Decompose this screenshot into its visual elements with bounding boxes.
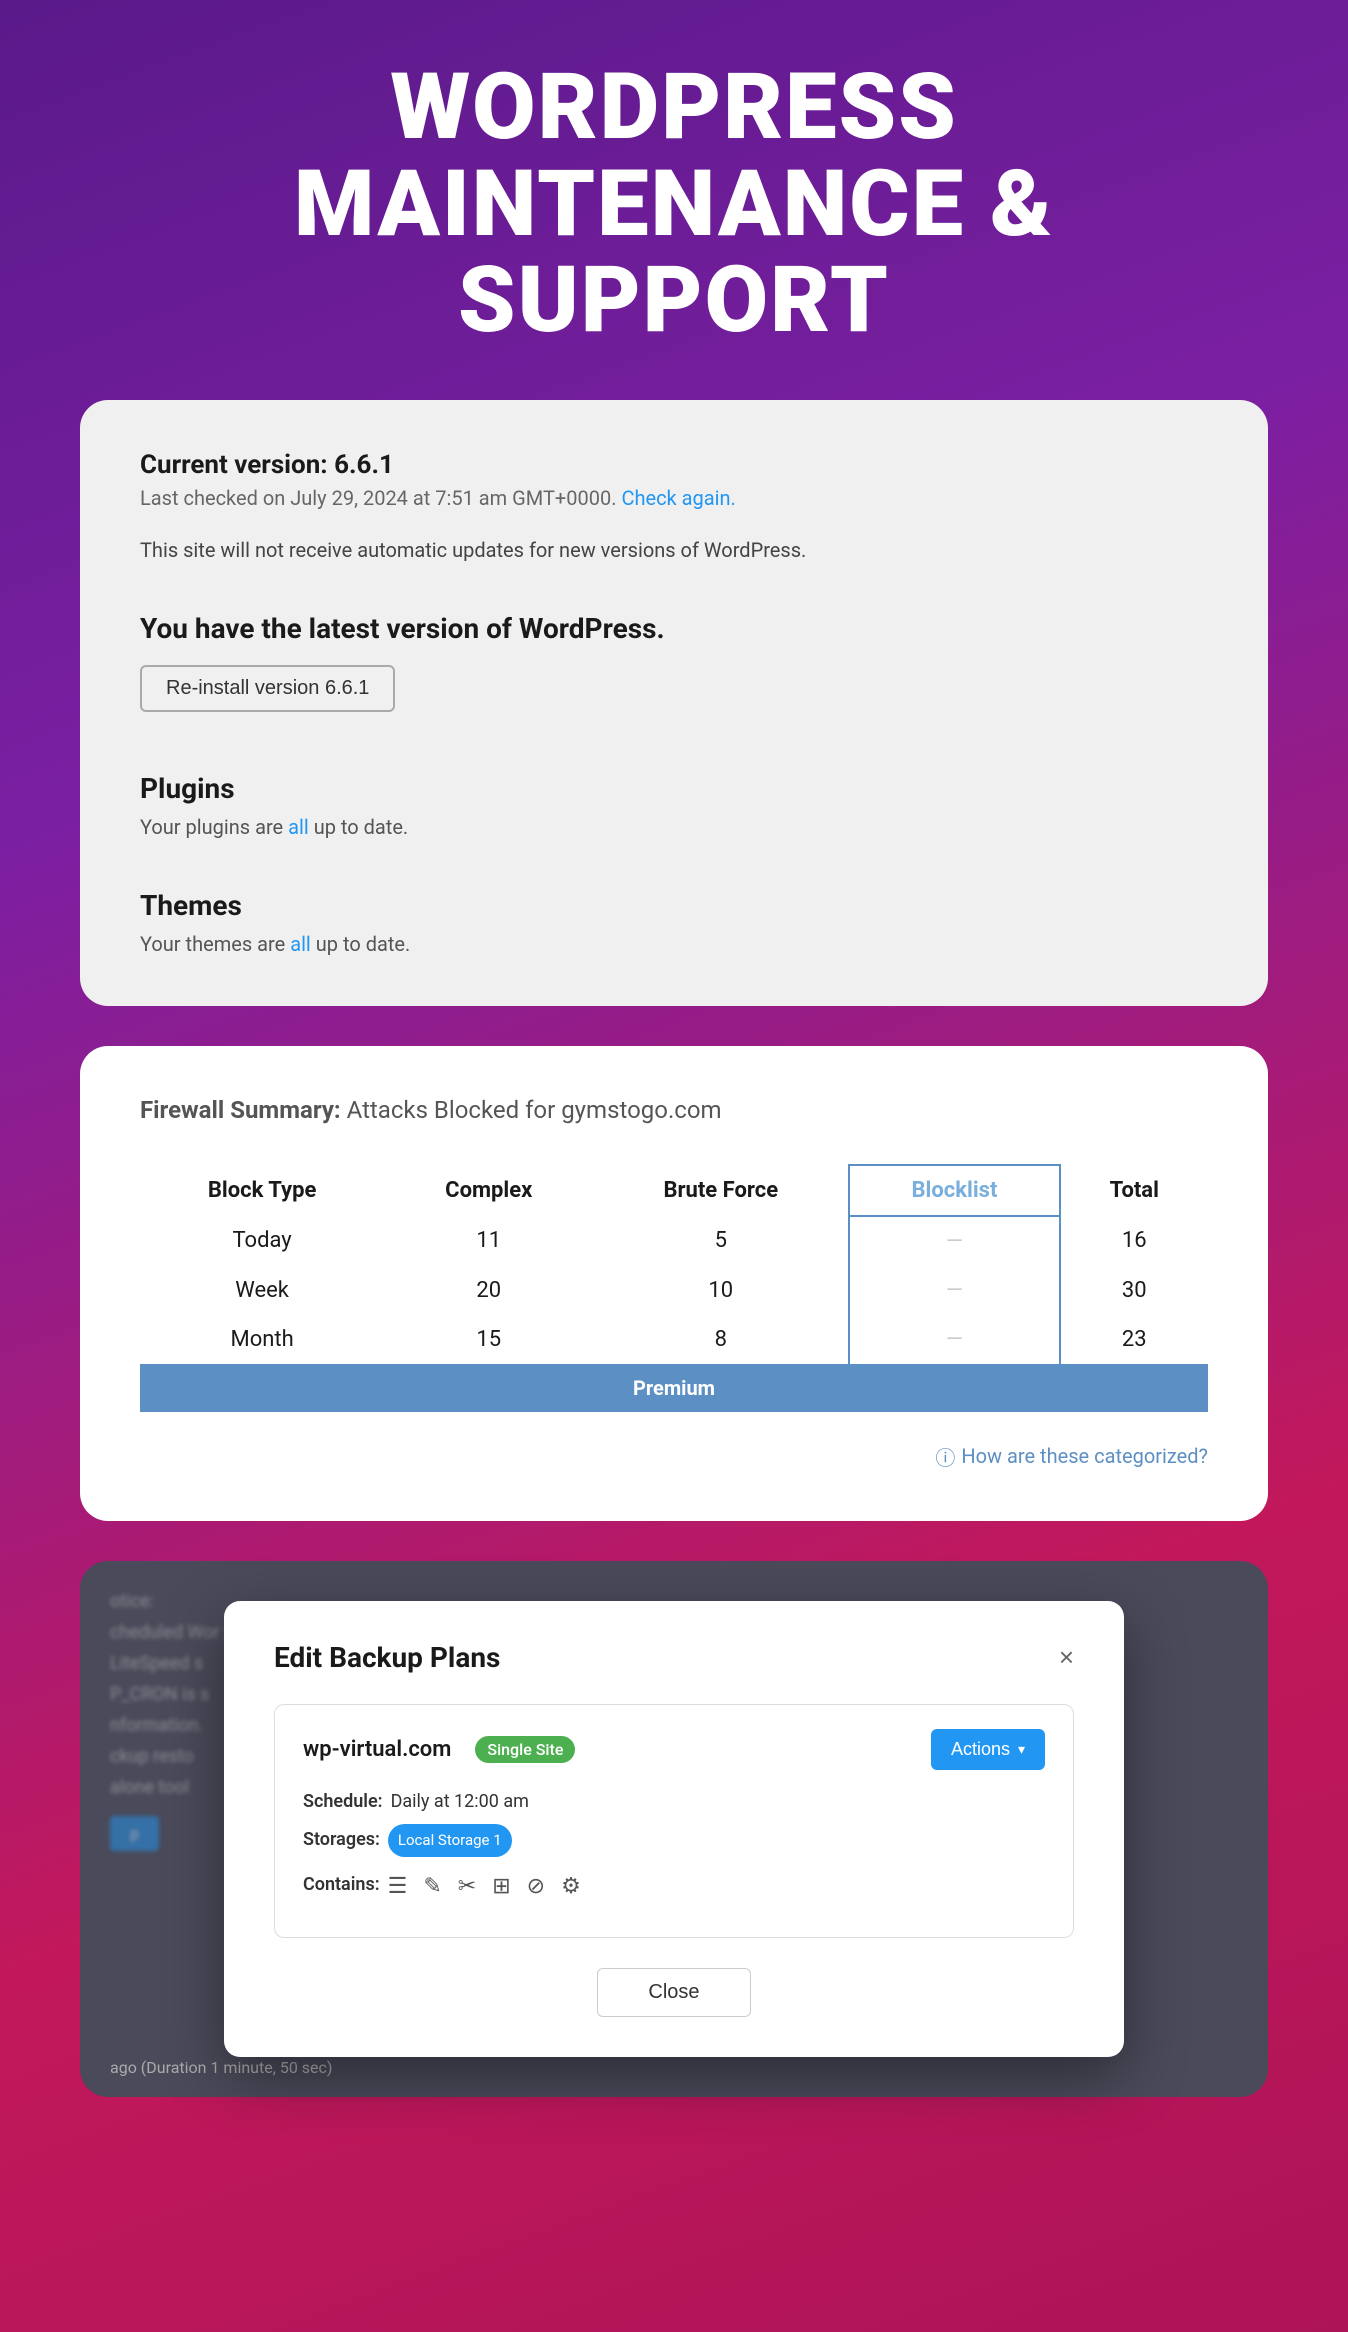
header-line2: MAINTENANCE & SUPPORT — [80, 157, 1268, 350]
firewall-title: Firewall Summary: Attacks Blocked for gy… — [140, 1096, 1208, 1124]
col-block-type: Block Type — [140, 1165, 384, 1216]
version-card: Current version: 6.6.1 Last checked on J… — [80, 400, 1268, 1006]
modal-footer: Close — [274, 1968, 1074, 2017]
modal-close-button[interactable]: × — [1059, 1644, 1074, 1670]
plugins-desc: Your plugins are all up to date. — [140, 815, 1208, 839]
local-storage-badge: Local Storage 1 — [388, 1824, 512, 1857]
plan-site-info: wp-virtual.com Single Site — [303, 1736, 575, 1763]
plan-site-name: wp-virtual.com — [303, 1737, 451, 1762]
header-line1: WORDPRESS — [80, 60, 1268, 157]
contains-icons: ☰ ✎ ✂ ⊞ ⊘ ⚙ — [388, 1867, 581, 1907]
col-complex: Complex — [384, 1165, 593, 1216]
single-site-badge: Single Site — [475, 1736, 575, 1763]
plugins-title: Plugins — [140, 772, 1208, 805]
dropdown-arrow-icon: ▾ — [1018, 1741, 1025, 1758]
auto-update-note: This site will not receive automatic upd… — [140, 538, 1208, 562]
schedule-row: Schedule: Daily at 12:00 am — [303, 1786, 1045, 1818]
table-row: Today 11 5 — 16 — [140, 1216, 1208, 1266]
themes-section: Themes Your themes are all up to date. — [140, 889, 1208, 956]
col-total: Total — [1060, 1165, 1208, 1216]
modal-header: Edit Backup Plans × — [274, 1641, 1074, 1674]
plugins-section: Plugins Your plugins are all up to date. — [140, 772, 1208, 839]
contains-icon-6: ⚙ — [561, 1867, 581, 1907]
themes-title: Themes — [140, 889, 1208, 922]
contains-row: Contains: ☰ ✎ ✂ ⊞ ⊘ ⚙ — [303, 1863, 1045, 1907]
close-button[interactable]: Close — [597, 1968, 750, 2017]
backup-outer-card: otice: cheduled Wor forum to g LiteSpeed… — [80, 1561, 1268, 2097]
page-header: WORDPRESS MAINTENANCE & SUPPORT — [80, 60, 1268, 350]
question-icon: ⓘ — [935, 1442, 955, 1471]
latest-version-msg: You have the latest version of WordPress… — [140, 612, 1208, 645]
check-again-link[interactable]: Check again. — [621, 486, 735, 510]
edit-backup-modal: Edit Backup Plans × wp-virtual.com Singl… — [224, 1601, 1124, 2057]
firewall-card: Firewall Summary: Attacks Blocked for gy… — [80, 1046, 1268, 1521]
actions-button[interactable]: Actions ▾ — [931, 1729, 1045, 1770]
plan-header: wp-virtual.com Single Site Actions ▾ — [303, 1729, 1045, 1770]
contains-icon-4: ⊞ — [492, 1867, 510, 1907]
how-categorized[interactable]: ⓘ How are these categorized? — [140, 1442, 1208, 1471]
table-row: Month 15 8 — 23 — [140, 1315, 1208, 1364]
contains-icon-1: ☰ — [388, 1867, 408, 1907]
backup-plan-row: wp-virtual.com Single Site Actions ▾ Sch… — [274, 1704, 1074, 1938]
table-row: Week 20 10 — 30 — [140, 1266, 1208, 1315]
last-checked: Last checked on July 29, 2024 at 7:51 am… — [140, 486, 1208, 510]
firewall-table: Block Type Complex Brute Force Blocklist… — [140, 1164, 1208, 1412]
contains-icon-5: ⊘ — [527, 1867, 545, 1907]
plan-details: Schedule: Daily at 12:00 am Storages: Lo… — [303, 1786, 1045, 1907]
modal-title: Edit Backup Plans — [274, 1641, 500, 1674]
blocklist-premium-row: Premium — [140, 1364, 1208, 1412]
version-label: Current version: 6.6.1 — [140, 450, 1208, 480]
col-brute-force: Brute Force — [593, 1165, 849, 1216]
storages-row: Storages: Local Storage 1 — [303, 1824, 1045, 1857]
timestamp-text: ago (Duration 1 minute, 50 sec) — [80, 2058, 1268, 2077]
reinstall-button[interactable]: Re-install version 6.6.1 — [140, 665, 395, 712]
contains-icon-3: ✂ — [458, 1867, 476, 1907]
col-blocklist: Blocklist — [849, 1165, 1059, 1216]
contains-icon-2: ✎ — [423, 1867, 441, 1907]
themes-desc: Your themes are all up to date. — [140, 932, 1208, 956]
